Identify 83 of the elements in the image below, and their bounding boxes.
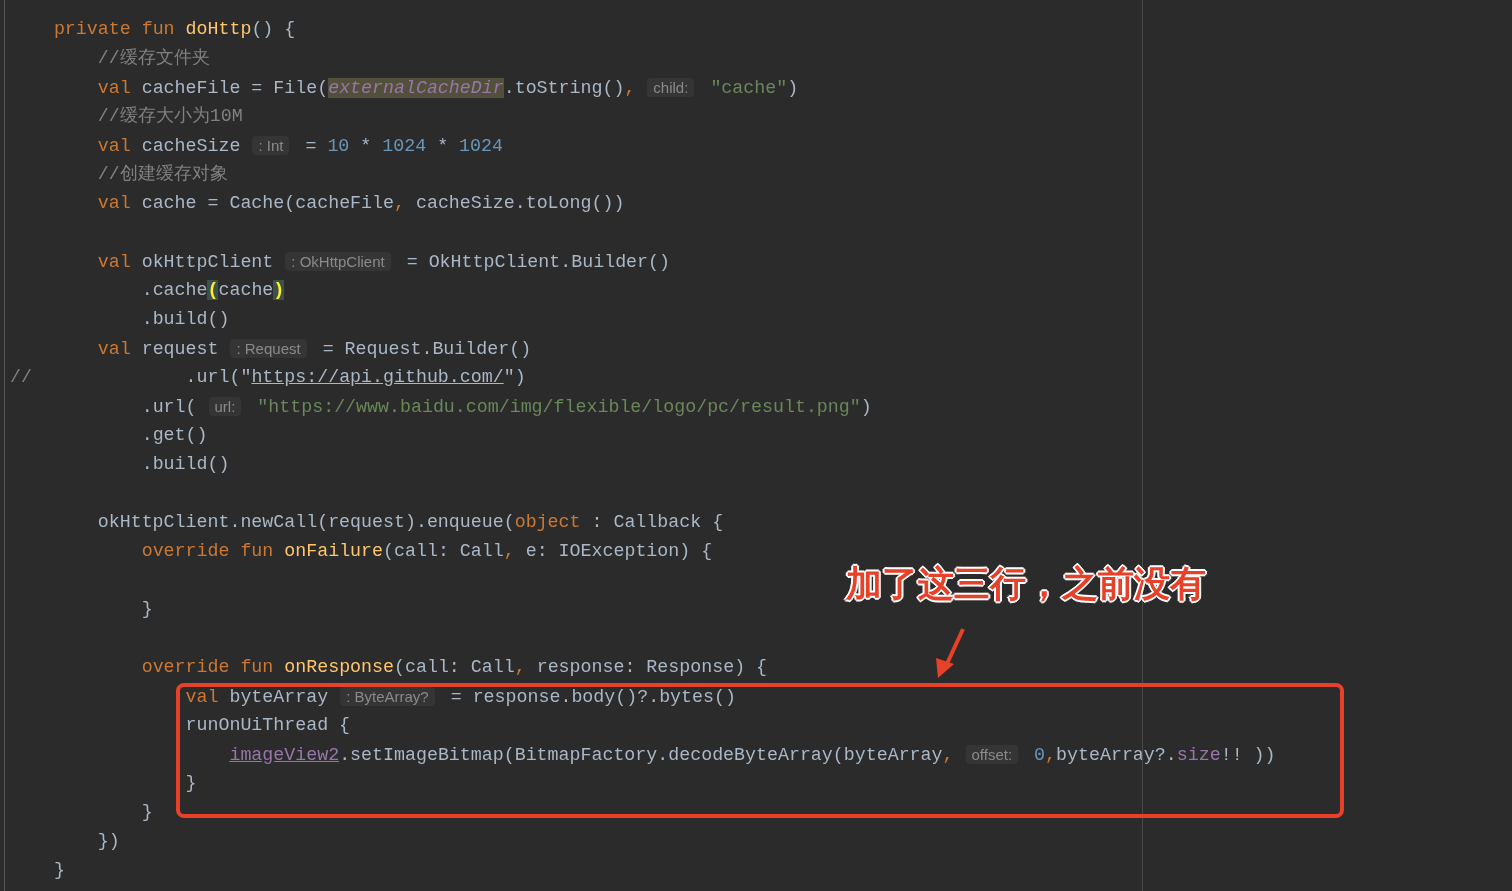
code-text: } — [185, 773, 197, 793]
code-text: } — [141, 802, 153, 822]
code-text: = Request.Builder() — [322, 339, 532, 359]
code-keyword: , — [942, 745, 954, 765]
matched-brace: ) — [273, 280, 285, 300]
number-literal: 0 — [1034, 745, 1046, 765]
code-comment: // — [10, 367, 32, 387]
code-text: : Callback { — [591, 512, 724, 532]
string-literal: "cache" — [710, 78, 788, 98]
code-text: byteArray?. — [1056, 745, 1177, 765]
property-name: size — [1176, 745, 1221, 765]
code-text: .build() — [141, 309, 230, 329]
code-keyword: override fun — [141, 657, 275, 677]
inlay-hint: child: — [647, 78, 695, 97]
code-keyword: override fun — [141, 541, 275, 561]
code-comment: //缓存文件夹 — [97, 48, 210, 68]
function-name: onFailure — [284, 541, 384, 561]
code-comment: //缓存大小为10M — [97, 106, 243, 126]
code-keyword: , — [514, 657, 526, 677]
code-text: cacheFile = File( — [141, 78, 329, 98]
code-keyword: val — [97, 339, 132, 359]
code-text: (call: Call — [383, 541, 504, 561]
code-comment: //创建缓存对象 — [97, 164, 228, 184]
code-text: } — [53, 860, 65, 880]
code-text: = — [305, 136, 318, 156]
code-text: ) — [860, 397, 872, 417]
code-text: cache = Cache(cacheFile — [141, 193, 394, 213]
code-text: cacheSize — [141, 136, 241, 156]
code-text: = response.body()?.bytes() — [450, 687, 736, 707]
code-keyword: , — [394, 193, 405, 213]
code-keyword: , — [624, 78, 636, 98]
code-keyword: val — [97, 193, 132, 213]
code-keyword: val — [97, 78, 132, 98]
inlay-hint: : ByteArray? — [340, 687, 435, 706]
annotation-note: 加了这三行，之前没有 — [846, 562, 1206, 606]
code-text: .url( — [141, 397, 197, 417]
code-text: runOnUiThread { — [185, 715, 351, 735]
code-text: cacheSize.toLong()) — [415, 193, 625, 213]
code-text: request — [141, 339, 219, 359]
number-literal: 1024 — [459, 136, 503, 156]
code-text: response: Response) { — [536, 657, 768, 677]
code-keyword: val — [185, 687, 220, 707]
code-text: .toString() — [503, 78, 625, 98]
code-text: .build() — [141, 454, 230, 474]
code-text: !! )) — [1220, 745, 1276, 765]
matched-brace: ( — [207, 280, 219, 300]
code-text: byteArray — [229, 687, 329, 707]
code-text: ) — [787, 78, 799, 98]
code-text: .get() — [141, 425, 208, 445]
code-text: (call: Call — [394, 657, 515, 677]
code-text: * — [360, 136, 373, 156]
code-keyword: val — [97, 252, 132, 272]
inlay-hint: : Int — [252, 136, 290, 155]
function-name: onResponse — [284, 657, 394, 677]
inlay-hint: offset: — [965, 745, 1019, 764]
number-literal: 10 — [327, 136, 350, 156]
code-text: .url(" — [185, 367, 252, 387]
code-text: ") — [503, 367, 526, 387]
number-literal: 1024 — [382, 136, 427, 156]
code-keyword: , — [1045, 745, 1057, 765]
code-text: }) — [97, 831, 120, 851]
code-keyword: object — [514, 512, 581, 532]
code-keyword: val — [97, 136, 132, 156]
url-link[interactable]: https://api.github.com/ — [251, 367, 504, 387]
code-text: okHttpClient.newCall(request).enqueue( — [97, 512, 515, 532]
code-text: = OkHttpClient.Builder() — [406, 252, 670, 272]
code-text: .cache — [141, 280, 208, 300]
code-text: } — [141, 599, 153, 619]
code-keyword: private fun — [53, 19, 176, 39]
code-text: okHttpClient — [141, 252, 274, 272]
code-text: .setImageBitmap(BitmapFactory.decodeByteArray(byteArray — [339, 745, 943, 765]
code-text: e: IOException) { — [525, 541, 713, 561]
string-literal: "https://www.baidu.com/img/flexible/logo/pc/result.png" — [257, 397, 861, 417]
inlay-hint: : Request — [230, 339, 307, 358]
code-text: () { — [251, 19, 296, 39]
inlay-hint: url: — [208, 397, 242, 416]
code-text: cache — [218, 280, 274, 300]
code-text: * — [437, 136, 450, 156]
inlay-hint: : OkHttpClient — [285, 252, 391, 271]
view-reference[interactable]: imageView2 — [229, 745, 340, 765]
function-name: doHttp — [185, 19, 252, 39]
field-reference: externalCacheDir — [328, 78, 504, 98]
code-keyword: , — [503, 541, 515, 561]
